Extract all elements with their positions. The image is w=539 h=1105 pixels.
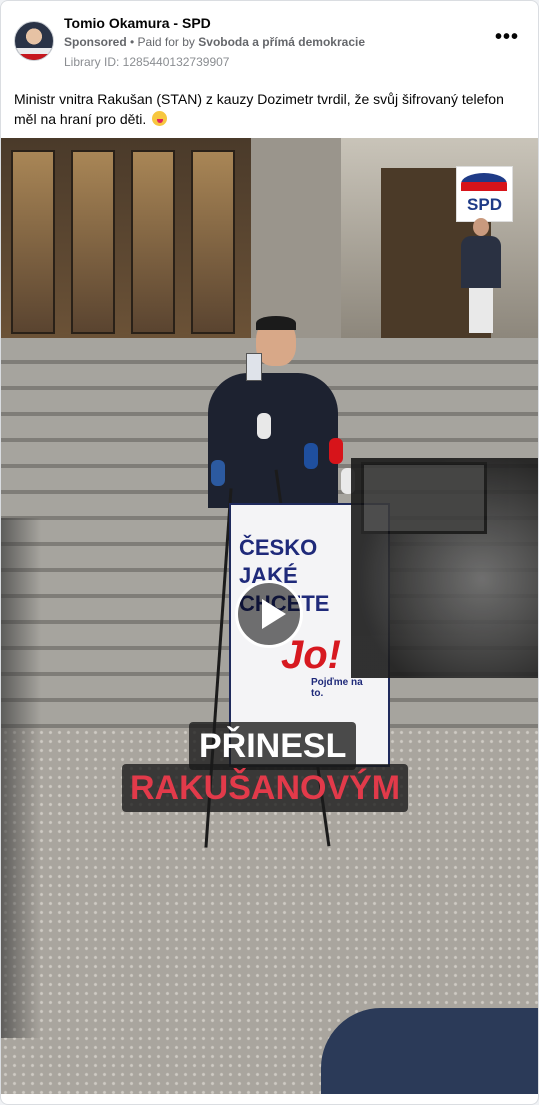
payer-name[interactable]: Svoboda a přímá demokracie	[198, 35, 365, 49]
building-entrance	[1, 138, 251, 338]
sponsored-label: Sponsored	[64, 35, 127, 49]
more-options-icon[interactable]: •••	[491, 27, 523, 53]
video-player[interactable]: SPD ČESKO JAKÉ CHCETE Jo! Pojďme na to.	[1, 138, 538, 1094]
window-pane	[11, 150, 55, 334]
sponsorship-line: Sponsored • Paid for by Svoboda a přímá …	[64, 35, 365, 49]
microphone	[257, 413, 271, 439]
speaker-body	[208, 373, 338, 508]
caption-line-2: RAKUŠANOVÝM	[122, 764, 409, 812]
paid-for-prefix: • Paid for by	[130, 35, 195, 49]
window-pane	[191, 150, 235, 334]
speaker-hair	[256, 316, 296, 330]
spd-logo: SPD	[456, 166, 513, 222]
foreground-shoulder	[321, 1008, 538, 1094]
ad-header: Tomio Okamura - SPD Sponsored • Paid for…	[1, 1, 538, 81]
speaker	[208, 316, 338, 508]
bystander-legs	[469, 288, 493, 333]
avatar-flag	[15, 48, 53, 60]
camera-screen	[361, 462, 487, 534]
caption-line-1: PŘINESL	[189, 722, 357, 770]
sign-line-1: ČESKO	[239, 535, 318, 560]
window-pane	[131, 150, 175, 334]
play-icon[interactable]	[235, 580, 303, 648]
library-id: Library ID: 1285440132739907	[64, 55, 230, 69]
building-pillar	[251, 138, 341, 338]
phone	[246, 353, 262, 381]
window-pane	[71, 150, 115, 334]
bystander-head	[473, 218, 489, 236]
logo-text: SPD	[467, 195, 502, 214]
microphone	[304, 443, 318, 469]
logo-wave	[461, 173, 507, 191]
post-text: Ministr vnitra Rakušan (STAN) z kauzy Do…	[14, 89, 524, 129]
foreground-blur	[1, 518, 41, 1038]
ad-card: Tomio Okamura - SPD Sponsored • Paid for…	[0, 0, 539, 1105]
post-text-body: Ministr vnitra Rakušan (STAN) z kauzy Do…	[14, 91, 504, 127]
microphone	[211, 460, 225, 486]
bystander	[461, 218, 501, 333]
tongue-out-emoji-icon	[152, 111, 168, 126]
microphone	[329, 438, 343, 464]
page-name[interactable]: Tomio Okamura - SPD	[64, 15, 211, 31]
page-avatar[interactable]	[14, 21, 54, 61]
bystander-body	[461, 236, 501, 288]
sign-tagline: Pojďme na to.	[311, 677, 363, 699]
tv-camera	[351, 458, 538, 678]
